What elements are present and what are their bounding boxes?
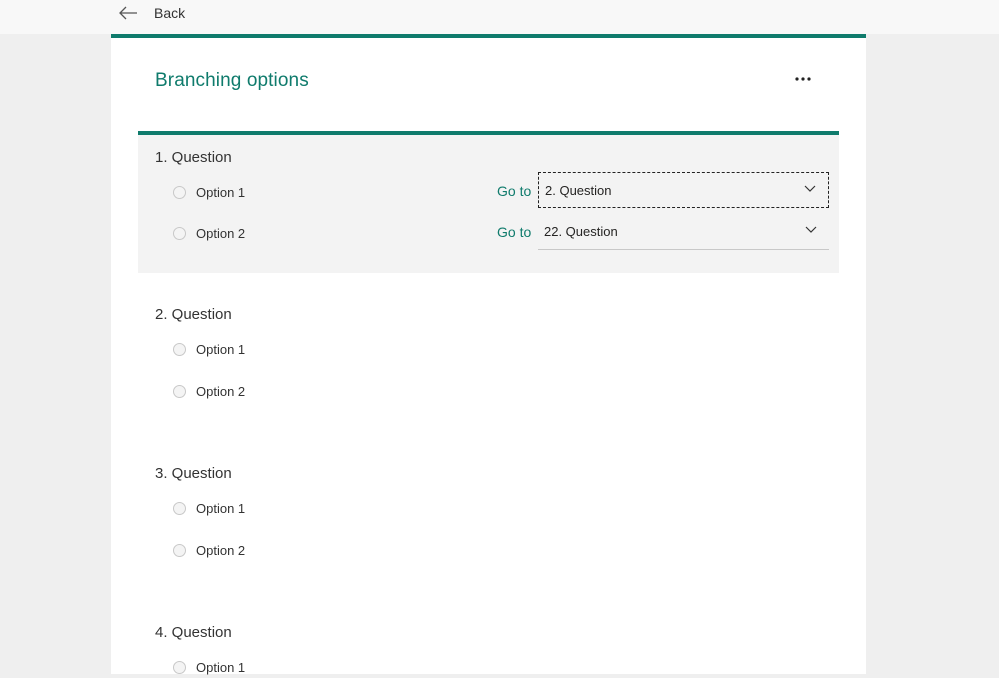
question-block-4: 4. Question Option 1: [138, 608, 839, 678]
radio-button[interactable]: [173, 543, 186, 557]
question-title: 2. Question: [155, 306, 232, 323]
branching-card: Branching options 1. Question Option 1 G…: [111, 34, 866, 675]
goto-label: Go to: [497, 183, 532, 199]
goto-label: Go to: [497, 224, 532, 240]
back-arrow-icon: [119, 6, 137, 20]
more-icon[interactable]: [793, 72, 813, 86]
radio-button[interactable]: [173, 226, 186, 240]
option-label: Option 1: [196, 341, 246, 357]
question-block-1[interactable]: 1. Question Option 1 Go to 2. Question O…: [138, 131, 839, 273]
page-title: Branching options: [155, 70, 309, 91]
chevron-down-icon: [805, 226, 817, 233]
option-row: Option 1: [173, 658, 245, 676]
radio-button[interactable]: [173, 342, 186, 356]
branch-dropdown[interactable]: 2. Question: [538, 172, 829, 208]
chevron-down-icon: [804, 185, 816, 192]
question-title: 3. Question: [155, 465, 232, 482]
back-label: Back: [154, 5, 186, 21]
option-row: Option 2: [173, 224, 245, 242]
option-row: Option 1: [173, 183, 245, 201]
branch-dropdown[interactable]: 22. Question: [538, 214, 829, 250]
radio-button[interactable]: [173, 384, 186, 398]
option-label: Option 2: [196, 542, 246, 558]
option-label: Option 1: [196, 659, 246, 675]
option-row: Option 1: [173, 499, 245, 517]
option-row: Option 2: [173, 541, 245, 559]
option-label: Option 1: [196, 500, 246, 516]
option-label: Option 2: [196, 383, 246, 399]
question-block-3: 3. Question Option 1 Option 2: [138, 449, 839, 589]
back-button[interactable]: Back: [118, 3, 185, 23]
dropdown-value: 2. Question: [545, 183, 612, 198]
question-block-2: 2. Question Option 1 Option 2: [138, 290, 839, 430]
question-title: 4. Question: [155, 624, 232, 641]
radio-button[interactable]: [173, 501, 186, 515]
option-row: Option 1: [173, 340, 245, 358]
top-bar: Back: [0, 0, 999, 34]
question-title: 1. Question: [155, 149, 232, 166]
option-label: Option 2: [196, 225, 246, 241]
option-row: Option 2: [173, 382, 245, 400]
option-label: Option 1: [196, 184, 246, 200]
dropdown-value: 22. Question: [544, 224, 618, 239]
radio-button[interactable]: [173, 660, 186, 674]
radio-button[interactable]: [173, 185, 186, 199]
